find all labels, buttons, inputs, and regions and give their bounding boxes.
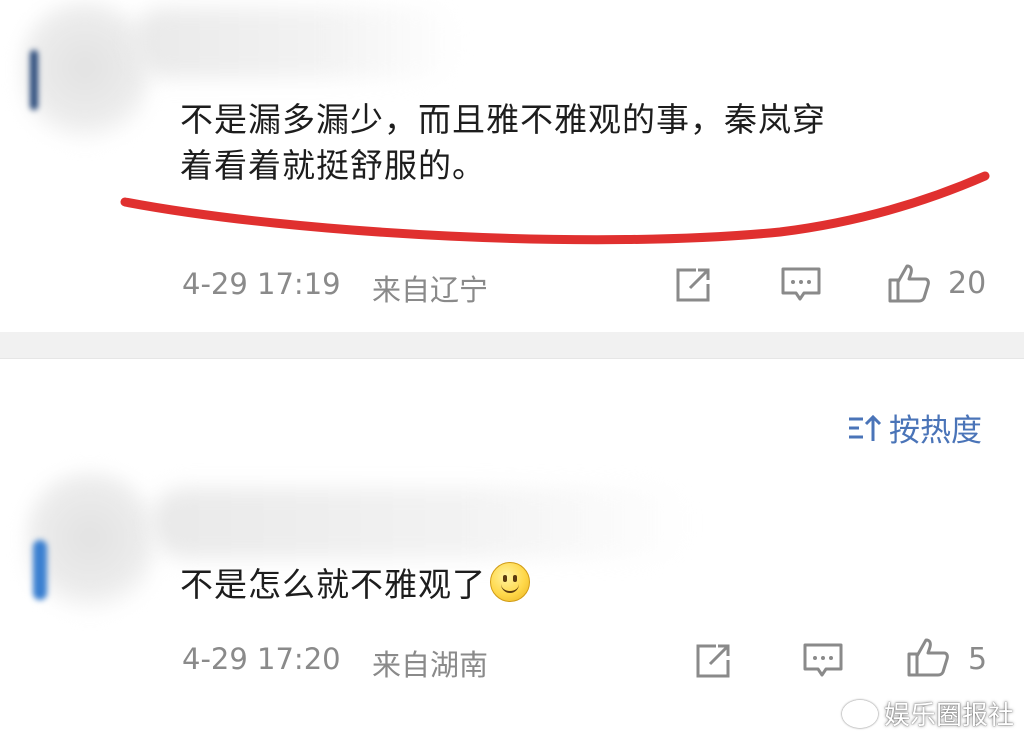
- comment-icon: [803, 643, 843, 677]
- username[interactable]: [130, 8, 460, 78]
- comment-text: 不是漏多漏少，而且雅不雅观的事，秦岚穿 着看着就挺舒服的。: [180, 97, 826, 189]
- comment-icon: [781, 267, 821, 301]
- reply-button[interactable]: [780, 266, 822, 304]
- like-count: 5: [968, 642, 988, 677]
- like-button[interactable]: [887, 262, 931, 304]
- comment-timestamp: 4-29 17:19: [182, 267, 341, 301]
- thumbs-up-icon: [907, 638, 949, 677]
- comment-text: 不是怎么就不雅观了: [180, 562, 530, 608]
- avatar[interactable]: [20, 0, 150, 150]
- sort-by-hot-button[interactable]: 按热度: [847, 405, 982, 450]
- sort-label: 按热度: [889, 413, 982, 449]
- avatar-ring: [33, 540, 47, 600]
- watermark: 娱乐圈报社: [841, 695, 1014, 732]
- smile-emoji-icon: [490, 562, 530, 602]
- comment-item: 不是漏多漏少，而且雅不雅观的事，秦岚穿 着看着就挺舒服的。 4-29 17:19…: [0, 0, 1024, 332]
- comment-text-line: 不是怎么就不雅观了: [180, 565, 486, 604]
- sort-icon: [849, 414, 882, 441]
- thumbs-up-icon: [888, 264, 930, 303]
- share-button[interactable]: [674, 266, 714, 304]
- like-button[interactable]: [906, 636, 950, 678]
- username[interactable]: [150, 488, 690, 558]
- share-icon: [696, 644, 730, 678]
- weibo-logo-icon: [841, 699, 878, 728]
- share-button[interactable]: [694, 642, 734, 680]
- reply-button[interactable]: [802, 642, 844, 680]
- comment-timestamp: 4-29 17:20: [182, 642, 341, 676]
- avatar-ring: [30, 50, 38, 110]
- section-divider: [0, 332, 1024, 359]
- comment-location: 来自辽宁: [372, 273, 489, 307]
- like-count: 20: [948, 266, 987, 301]
- comment-text-line: 不是漏多漏少，而且雅不雅观的事，秦岚穿: [180, 100, 826, 139]
- comment-item: 不是怎么就不雅观了 4-29 17:20 来自湖南 5: [0, 470, 1024, 710]
- comment-location: 来自湖南: [372, 648, 489, 682]
- watermark-text: 娱乐圈报社: [883, 701, 1014, 731]
- comment-text-line: 着看着就挺舒服的。: [180, 146, 486, 185]
- share-icon: [676, 268, 710, 302]
